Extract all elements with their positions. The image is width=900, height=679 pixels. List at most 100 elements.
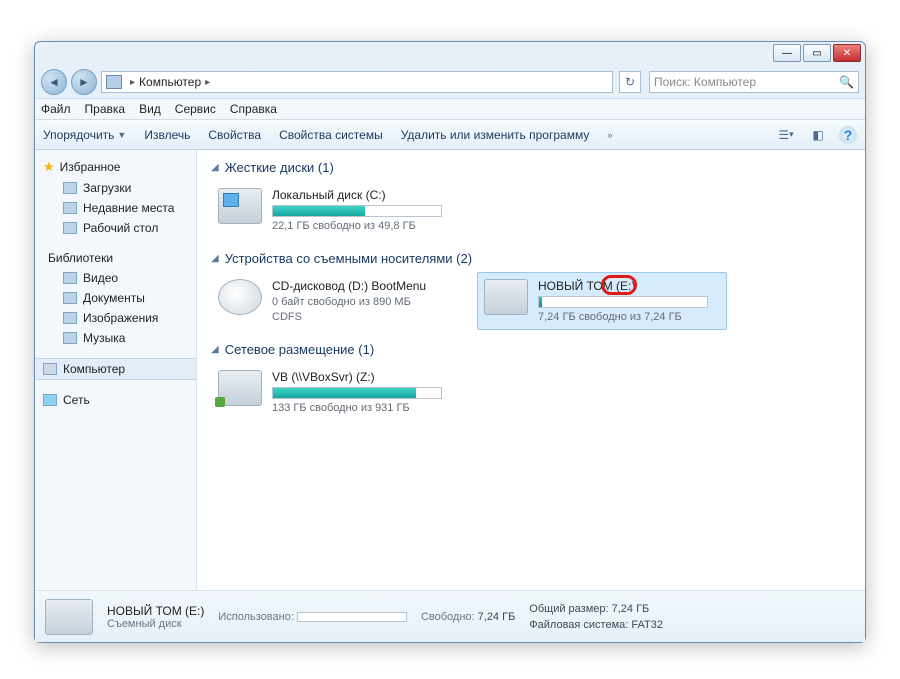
- sidebar-item-pictures[interactable]: Изображения: [35, 308, 196, 328]
- details-title: НОВЫЙ ТОМ (E:): [107, 604, 204, 618]
- computer-icon: [106, 75, 122, 89]
- space-bar: [538, 296, 708, 308]
- preview-pane-button[interactable]: ◧: [807, 125, 829, 145]
- sidebar-favorites: ★Избранное Загрузки Недавние места Рабоч…: [35, 156, 196, 238]
- nav-bar: ◄ ► ▸ Компьютер ▸ ↻ Поиск: Компьютер 🔍: [35, 66, 865, 98]
- category-hdd: ◢Жесткие диски (1) Локальный диск (C:) 2…: [211, 160, 851, 239]
- details-type: Съемный диск: [107, 618, 204, 630]
- search-placeholder: Поиск: Компьютер: [654, 75, 756, 89]
- toolbar-organize[interactable]: Упорядочить▼: [43, 128, 126, 142]
- toolbar: Упорядочить▼ Извлечь Свойства Свойства с…: [35, 120, 865, 150]
- drive-sub: 133 ГБ свободно из 931 ГБ: [272, 402, 442, 414]
- drive-sub: 0 байт свободно из 890 МБ: [272, 296, 426, 308]
- separator-icon: ▸: [205, 77, 210, 88]
- drive-name: VB (\\VBoxSvr) (Z:): [272, 370, 442, 384]
- details-fs-label: Файловая система:: [529, 619, 628, 631]
- breadcrumb[interactable]: ▸ Компьютер ▸: [101, 71, 613, 93]
- sidebar-head-libraries[interactable]: Библиотеки: [35, 248, 196, 268]
- menu-help[interactable]: Справка: [230, 102, 277, 116]
- network-icon: [43, 394, 57, 406]
- desktop-icon: [63, 222, 77, 234]
- menu-bar: Файл Правка Вид Сервис Справка: [35, 98, 865, 120]
- drive-z[interactable]: VB (\\VBoxSvr) (Z:) 133 ГБ свободно из 9…: [211, 363, 461, 421]
- details-fs-value: FAT32: [631, 619, 663, 631]
- drive-d[interactable]: CD-дисковод (D:) BootMenu 0 байт свободн…: [211, 272, 461, 330]
- search-icon: 🔍: [839, 75, 854, 89]
- sidebar-libraries: Библиотеки Видео Документы Изображения М…: [35, 248, 196, 348]
- drive-sub: CDFS: [272, 311, 426, 323]
- cd-icon: [218, 279, 262, 315]
- picture-icon: [63, 312, 77, 324]
- details-free-label: Свободно:: [421, 611, 475, 623]
- category-header-removable[interactable]: ◢Устройства со съемными носителями (2): [211, 251, 851, 266]
- star-icon: ★: [43, 159, 55, 175]
- menu-edit[interactable]: Правка: [85, 102, 126, 116]
- minimize-button[interactable]: —: [773, 44, 801, 62]
- music-icon: [63, 332, 77, 344]
- body: ★Избранное Загрузки Недавние места Рабоч…: [35, 150, 865, 590]
- nav-forward-button[interactable]: ►: [71, 69, 97, 95]
- document-icon: [63, 292, 77, 304]
- refresh-button[interactable]: ↻: [619, 71, 641, 93]
- drive-name: CD-дисковод (D:) BootMenu: [272, 279, 426, 293]
- menu-view[interactable]: Вид: [139, 102, 161, 116]
- drive-sub: 22,1 ГБ свободно из 49,8 ГБ: [272, 220, 442, 232]
- hdd-icon: [218, 188, 262, 224]
- sidebar-item-video[interactable]: Видео: [35, 268, 196, 288]
- details-used-bar: [297, 612, 407, 622]
- view-mode-button[interactable]: ☰▾: [775, 125, 797, 145]
- explorer-window: — ▭ ✕ ◄ ► ▸ Компьютер ▸ ↻ Поиск: Компьют…: [34, 41, 866, 643]
- drive-name: Локальный диск (C:): [272, 188, 442, 202]
- details-drive-icon: [45, 599, 93, 635]
- maximize-button[interactable]: ▭: [803, 44, 831, 62]
- titlebar: — ▭ ✕: [35, 42, 865, 66]
- sidebar-item-computer[interactable]: Компьютер: [35, 358, 196, 380]
- category-header-network[interactable]: ◢Сетевое размещение (1): [211, 342, 851, 357]
- drive-c[interactable]: Локальный диск (C:) 22,1 ГБ свободно из …: [211, 181, 461, 239]
- download-icon: [63, 182, 77, 194]
- space-bar: [272, 387, 442, 399]
- sidebar-head-favorites[interactable]: ★Избранное: [35, 156, 196, 178]
- toolbar-system-properties[interactable]: Свойства системы: [279, 128, 383, 142]
- drive-sub: 7,24 ГБ свободно из 7,24 ГБ: [538, 311, 708, 323]
- sidebar-item-network[interactable]: Сеть: [35, 390, 196, 410]
- drive-name: НОВЫЙ ТОМ (E:): [538, 279, 708, 293]
- breadcrumb-item[interactable]: Компьютер: [139, 75, 201, 89]
- sidebar: ★Избранное Загрузки Недавние места Рабоч…: [35, 150, 197, 590]
- close-button[interactable]: ✕: [833, 44, 861, 62]
- help-button[interactable]: ?: [839, 126, 857, 144]
- sidebar-item-desktop[interactable]: Рабочий стол: [35, 218, 196, 238]
- network-drive-icon: [218, 370, 262, 406]
- toolbar-uninstall[interactable]: Удалить или изменить программу: [401, 128, 590, 142]
- space-bar: [272, 205, 442, 217]
- search-input[interactable]: Поиск: Компьютер 🔍: [649, 71, 859, 93]
- nav-back-button[interactable]: ◄: [41, 69, 67, 95]
- toolbar-properties[interactable]: Свойства: [208, 128, 261, 142]
- removable-icon: [484, 279, 528, 315]
- menu-file[interactable]: Файл: [41, 102, 71, 116]
- video-icon: [63, 272, 77, 284]
- details-pane: НОВЫЙ ТОМ (E:) Съемный диск Использовано…: [35, 590, 865, 642]
- menu-service[interactable]: Сервис: [175, 102, 216, 116]
- content-pane: ◢Жесткие диски (1) Локальный диск (C:) 2…: [197, 150, 865, 590]
- collapse-icon: ◢: [211, 344, 219, 355]
- details-used-label: Использовано:: [218, 611, 294, 623]
- details-total-label: Общий размер:: [529, 603, 608, 615]
- drive-e[interactable]: НОВЫЙ ТОМ (E:) 7,24 ГБ свободно из 7,24 …: [477, 272, 727, 330]
- recent-icon: [63, 202, 77, 214]
- chevron-right-icon: »: [607, 130, 612, 140]
- toolbar-eject[interactable]: Извлечь: [144, 128, 190, 142]
- separator-icon: ▸: [130, 77, 135, 88]
- toolbar-overflow[interactable]: »: [607, 130, 612, 140]
- chevron-down-icon: ▼: [117, 130, 126, 140]
- details-total-value: 7,24 ГБ: [612, 603, 650, 615]
- sidebar-item-downloads[interactable]: Загрузки: [35, 178, 196, 198]
- collapse-icon: ◢: [211, 162, 219, 173]
- category-header-hdd[interactable]: ◢Жесткие диски (1): [211, 160, 851, 175]
- sidebar-item-music[interactable]: Музыка: [35, 328, 196, 348]
- sidebar-item-documents[interactable]: Документы: [35, 288, 196, 308]
- sidebar-item-recent[interactable]: Недавние места: [35, 198, 196, 218]
- collapse-icon: ◢: [211, 253, 219, 264]
- details-free-value: 7,24 ГБ: [478, 611, 516, 623]
- category-removable: ◢Устройства со съемными носителями (2) C…: [211, 251, 851, 330]
